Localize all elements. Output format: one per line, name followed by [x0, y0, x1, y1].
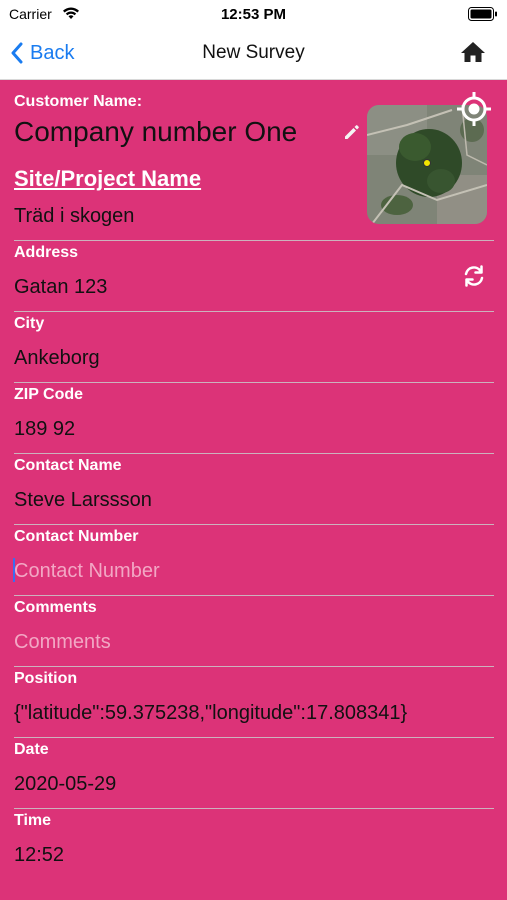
zip-code-field[interactable]: 189 92: [14, 418, 75, 441]
time-value[interactable]: 12:52: [14, 844, 64, 867]
customer-name-value: Company number One: [14, 116, 298, 147]
time-label: Time: [14, 812, 52, 829]
comments-label: Comments: [14, 599, 97, 616]
contact-name-label: Contact Name: [14, 457, 122, 474]
contact-number-field[interactable]: Contact Number: [14, 560, 160, 583]
comments-field[interactable]: Comments: [14, 631, 111, 654]
position-label: Position: [14, 670, 78, 687]
separator: [14, 311, 494, 312]
contact-number-label: Contact Number: [14, 528, 139, 545]
pencil-icon[interactable]: [343, 123, 361, 141]
customer-name-label: Customer Name:: [14, 93, 143, 110]
date-label: Date: [14, 741, 49, 758]
survey-form: Customer Name: Company number One Site/P…: [0, 80, 507, 900]
battery-icon: [468, 7, 497, 21]
separator: [14, 382, 494, 383]
navigation-bar: Back New Survey: [0, 28, 507, 80]
site-project-name-label[interactable]: Site/Project Name: [14, 166, 201, 192]
separator: [14, 737, 494, 738]
separator: [14, 808, 494, 809]
city-field[interactable]: Ankeborg: [14, 347, 100, 370]
refresh-icon[interactable]: [461, 263, 487, 289]
address-label: Address: [14, 244, 79, 261]
zip-code-label: ZIP Code: [14, 386, 84, 403]
separator: [14, 595, 494, 596]
city-label: City: [14, 315, 45, 332]
separator: [14, 453, 494, 454]
position-value: {"latitude":59.375238,"longitude":17.808…: [14, 702, 408, 724]
page-title: New Survey: [202, 42, 305, 63]
separator: [14, 666, 494, 667]
date-value[interactable]: 2020-05-29: [14, 773, 116, 796]
clock: 12:53 PM: [220, 6, 287, 23]
home-icon[interactable]: [460, 40, 486, 64]
crosshair-icon[interactable]: [456, 91, 492, 127]
status-bar: Carrier 12:53 PM: [0, 0, 507, 28]
site-project-name-value[interactable]: Träd i skogen: [14, 205, 134, 228]
contact-name-field[interactable]: Steve Larssson: [14, 489, 152, 512]
separator: [14, 524, 494, 525]
address-field[interactable]: Gatan 123: [14, 276, 107, 299]
separator: [14, 240, 494, 241]
